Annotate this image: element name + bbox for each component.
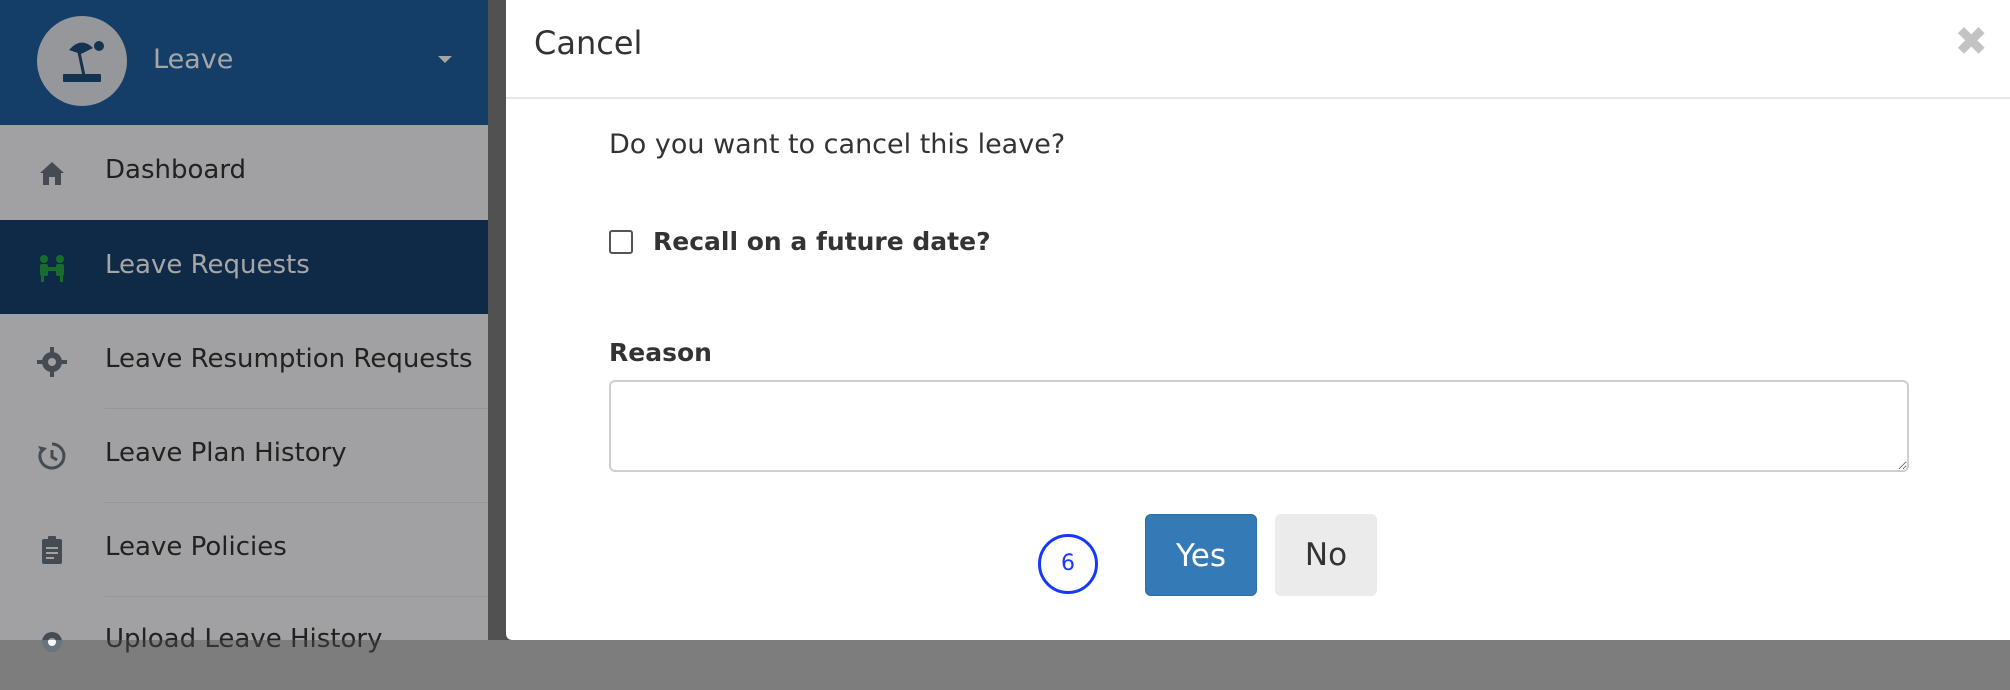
step-badge: 6 [1038, 534, 1098, 594]
modal-title: Cancel [534, 24, 643, 62]
close-icon[interactable]: ✖ [1954, 22, 1988, 62]
cancel-question: Do you want to cancel this leave? [609, 129, 1066, 160]
recall-label: Recall on a future date? [653, 227, 991, 256]
reason-field[interactable] [609, 380, 1909, 472]
no-button[interactable]: No [1275, 514, 1377, 596]
cancel-modal: Cancel ✖ Do you want to cancel this leav… [506, 0, 2010, 640]
reason-label: Reason [609, 338, 712, 367]
recall-option[interactable]: Recall on a future date? [609, 227, 991, 256]
recall-checkbox[interactable] [609, 229, 633, 254]
yes-button[interactable]: Yes [1145, 514, 1257, 596]
divider [506, 97, 2010, 99]
